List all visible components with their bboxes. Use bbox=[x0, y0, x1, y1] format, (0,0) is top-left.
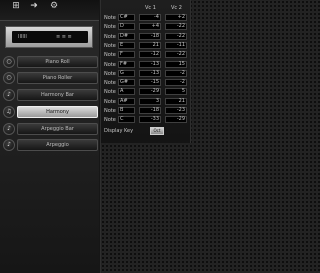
row-name-label: Note bbox=[104, 80, 116, 87]
row-name-label: Note bbox=[104, 42, 116, 49]
key-field[interactable]: D# bbox=[118, 32, 135, 40]
table-row: Note E 21 -11 bbox=[101, 41, 190, 50]
display-key-label: Display Key bbox=[104, 128, 134, 134]
key-field[interactable]: C# bbox=[118, 14, 135, 21]
voice-1-field[interactable]: +4 bbox=[139, 23, 161, 31]
device-display: IIIIII ≡ ≡ ≡ bbox=[5, 26, 93, 48]
sidebar-item-arpeggio-bar[interactable]: ♪ Arpeggio Bar bbox=[3, 123, 98, 136]
voice-1-field[interactable]: -12 bbox=[139, 51, 161, 59]
sidebar-item-harmony[interactable]: ♫ Harmony bbox=[3, 106, 98, 119]
key-field[interactable]: A bbox=[118, 88, 135, 96]
sidebar-item-piano-roll[interactable]: ○ Piano Roll bbox=[3, 56, 98, 69]
row-name-label: Note bbox=[104, 70, 116, 77]
key-field[interactable]: E bbox=[118, 41, 135, 49]
device-readout-right: ≡ ≡ ≡ bbox=[56, 34, 72, 40]
voice-1-field[interactable]: -33 bbox=[139, 116, 161, 124]
sidebar-item-label[interactable]: Piano Roller bbox=[17, 72, 98, 84]
voice-1-field[interactable]: 21 bbox=[139, 41, 161, 49]
display-key-button[interactable]: Oct bbox=[150, 127, 164, 135]
table-row: Note B -18 -23 bbox=[101, 107, 190, 115]
music-note-icon[interactable]: ♪ bbox=[3, 123, 15, 135]
power-icon[interactable]: ○ bbox=[3, 72, 15, 84]
row-name-label: Note bbox=[104, 24, 116, 31]
voice-1-field[interactable]: -18 bbox=[139, 107, 161, 114]
sidebar-item-harmony-bar[interactable]: ♪ Harmony Bar bbox=[3, 89, 98, 102]
row-name-label: Note bbox=[104, 108, 116, 114]
table-row: Note D# -18 -22 bbox=[101, 32, 190, 41]
music-notes-icon[interactable]: ♫ bbox=[3, 106, 15, 118]
voice-2-field[interactable]: -22 bbox=[165, 32, 187, 40]
key-field[interactable]: F# bbox=[118, 60, 135, 68]
row-name-label: Note bbox=[104, 15, 116, 21]
column-header-voice-1: Vc 1 bbox=[145, 5, 156, 11]
table-row: Note C -33 -29 bbox=[101, 116, 190, 124]
voice-2-field[interactable]: 15 bbox=[165, 60, 187, 68]
row-name-label: Note bbox=[104, 117, 116, 124]
voice-2-field[interactable]: -22 bbox=[165, 51, 187, 59]
voice-2-field[interactable]: -2 bbox=[165, 69, 187, 77]
row-name-label: Note bbox=[104, 98, 116, 105]
sidebar-item-arpeggio[interactable]: ♪ Arpeggio bbox=[3, 139, 98, 152]
key-field[interactable]: F bbox=[118, 51, 135, 59]
row-name-label: Note bbox=[104, 52, 116, 59]
voice-2-field[interactable]: 5 bbox=[165, 88, 187, 96]
music-note-icon[interactable]: ♪ bbox=[3, 139, 15, 151]
key-field[interactable]: B bbox=[118, 107, 135, 114]
harmony-panel: Vc 1 Vc 2 Note C# -4 +2 Note D +4 -22 Note D# -18-… bbox=[101, 0, 191, 143]
voice-2-field[interactable]: -2 bbox=[165, 79, 187, 87]
key-field[interactable]: D bbox=[118, 23, 135, 31]
voice-1-field[interactable]: -29 bbox=[139, 88, 161, 96]
voice-2-field[interactable]: -23 bbox=[165, 107, 187, 114]
voice-2-field[interactable]: +2 bbox=[165, 14, 187, 21]
voice-1-field[interactable]: -13 bbox=[139, 69, 161, 77]
row-name-label: Note bbox=[104, 61, 116, 68]
toolbar: ⊞ ➜ ⚙ bbox=[0, 0, 99, 20]
sidebar-item-piano-roller[interactable]: ○ Piano Roller bbox=[3, 72, 98, 85]
row-name-label: Note bbox=[104, 89, 116, 96]
gear-icon[interactable]: ⚙ bbox=[42, 2, 66, 19]
sidebar-item-label[interactable]: Arpeggio Bar bbox=[17, 123, 98, 135]
device-readout-left: IIIIII bbox=[18, 34, 27, 40]
voice-1-field[interactable]: -15 bbox=[139, 79, 161, 87]
voice-2-field[interactable]: -29 bbox=[165, 116, 187, 124]
voice-1-field[interactable]: -13 bbox=[139, 60, 161, 68]
sidebar-item-label[interactable]: Harmony bbox=[17, 106, 98, 118]
table-row: Note G# -15 -2 bbox=[101, 79, 190, 87]
toolbar-separator bbox=[0, 20, 99, 21]
table-row: Note A# 3 21 bbox=[101, 97, 190, 106]
column-header-voice-2: Vc 2 bbox=[171, 5, 182, 11]
voice-2-field[interactable]: -11 bbox=[165, 41, 187, 49]
voice-1-field[interactable]: -18 bbox=[139, 32, 161, 40]
table-row: Note C# -4 +2 bbox=[101, 14, 190, 22]
sidebar-item-label[interactable]: Arpeggio bbox=[17, 139, 98, 151]
device-screen: IIIIII ≡ ≡ ≡ bbox=[12, 31, 88, 43]
voice-2-field[interactable]: -22 bbox=[165, 23, 187, 31]
table-row: Note F# -13 15 bbox=[101, 60, 190, 69]
row-name-label: Note bbox=[104, 33, 116, 40]
sidebar-item-label[interactable]: Harmony Bar bbox=[17, 89, 98, 101]
voice-2-field[interactable]: 21 bbox=[165, 97, 187, 105]
key-field[interactable]: A# bbox=[118, 97, 135, 105]
voice-1-field[interactable]: 3 bbox=[139, 97, 161, 105]
table-row: Note G -13 -2 bbox=[101, 69, 190, 78]
table-row: Note D +4 -22 bbox=[101, 23, 190, 31]
music-note-icon[interactable]: ♪ bbox=[3, 89, 15, 101]
table-row: Note F -12 -22 bbox=[101, 51, 190, 59]
power-icon[interactable]: ○ bbox=[3, 56, 15, 68]
key-field[interactable]: G# bbox=[118, 79, 135, 87]
table-row: Note A -29 5 bbox=[101, 88, 190, 96]
key-field[interactable]: C bbox=[118, 116, 135, 124]
voice-1-field[interactable]: -4 bbox=[139, 14, 161, 21]
key-field[interactable]: G bbox=[118, 69, 135, 77]
sidebar-item-label[interactable]: Piano Roll bbox=[17, 56, 98, 68]
